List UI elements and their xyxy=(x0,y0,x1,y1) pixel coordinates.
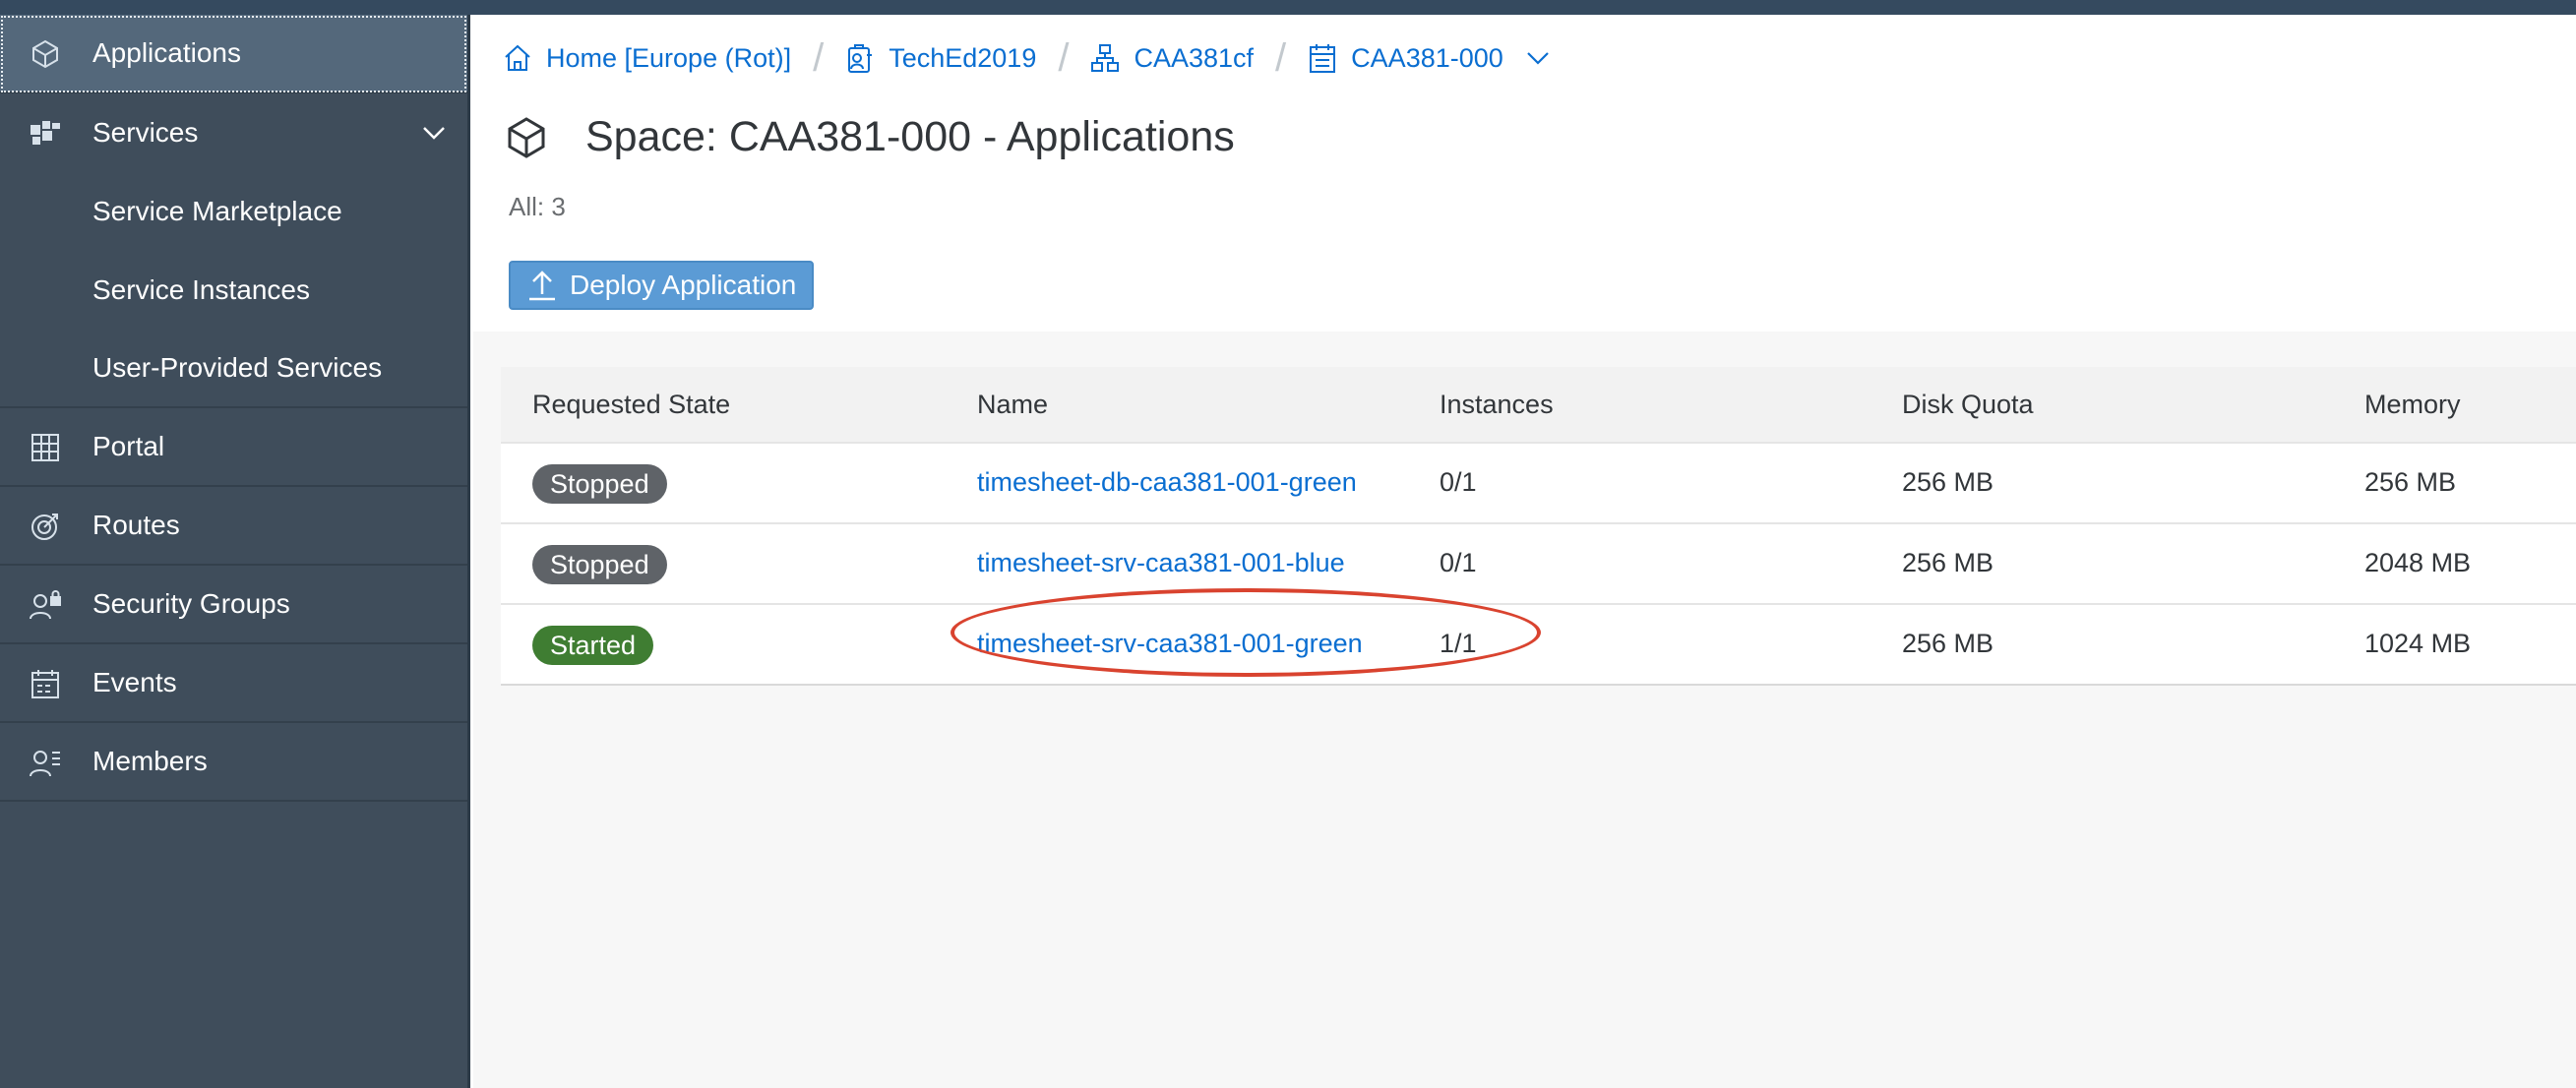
table-row[interactable]: Stopped timesheet-srv-caa381-001-blue 0/… xyxy=(501,524,2576,605)
sidebar-item-applications[interactable]: Applications xyxy=(0,15,467,93)
column-header-instances[interactable]: Instances xyxy=(1440,390,1554,420)
user-lock-icon xyxy=(28,587,63,623)
calendar-icon xyxy=(28,666,63,701)
memory-value: 2048 MB xyxy=(2364,548,2472,577)
space-icon xyxy=(1310,44,1336,73)
breadcrumb-space[interactable]: CAA381-000 xyxy=(1308,42,1551,74)
table-header: Requested State Name Instances Disk Quot… xyxy=(501,367,2576,444)
sidebar: Applications Services Service Marketplac… xyxy=(0,15,470,1088)
app-name-link[interactable]: timesheet-db-caa381-001-green xyxy=(977,467,1357,498)
memory-value: 256 MB xyxy=(2364,467,2457,497)
breadcrumb-label: TechEd2019 xyxy=(889,42,1037,73)
breadcrumb-global-account[interactable]: TechEd2019 xyxy=(845,42,1036,74)
sidebar-item-label: Members xyxy=(92,746,208,776)
breadcrumb-label: CAA381cf xyxy=(1134,42,1255,73)
sidebar-item-label: Applications xyxy=(92,37,241,68)
sidebar-item-label: User-Provided Services xyxy=(92,352,383,383)
deploy-application-label: Deploy Application xyxy=(570,270,797,300)
sidebar-item-security-groups[interactable]: Security Groups xyxy=(0,566,467,644)
column-header-requested-state[interactable]: Requested State xyxy=(532,390,730,420)
sidebar-item-label: Routes xyxy=(92,510,180,540)
status-badge: Stopped xyxy=(532,464,667,504)
breadcrumb: Home [Europe (Rot)] / TechEd2019 / CAA38… xyxy=(503,35,1551,80)
status-badge: Stopped xyxy=(532,545,667,584)
breadcrumb-label: CAA381-000 xyxy=(1351,42,1503,73)
breadcrumb-separator: / xyxy=(1058,35,1070,80)
sidebar-item-label: Security Groups xyxy=(92,588,290,619)
chevron-down-icon[interactable] xyxy=(420,119,448,147)
sidebar-item-label: Events xyxy=(92,667,177,697)
disk-quota-value: 256 MB xyxy=(1902,467,1994,497)
puzzle-icon xyxy=(28,115,63,151)
shell-bar xyxy=(0,0,2576,15)
table-row[interactable]: Started timesheet-srv-caa381-001-green 1… xyxy=(501,605,2576,686)
deploy-application-button[interactable]: Deploy Application xyxy=(509,261,814,310)
instances-value: 0/1 xyxy=(1440,467,1477,497)
sidebar-item-routes[interactable]: Routes xyxy=(0,487,467,566)
target-icon xyxy=(28,509,63,544)
chevron-down-icon[interactable] xyxy=(1525,45,1551,71)
sidebar-item-portal[interactable]: Portal xyxy=(0,408,467,487)
app-name-link[interactable]: timesheet-srv-caa381-001-blue xyxy=(977,548,1345,578)
page-title: Space: CAA381-000 - Applications xyxy=(585,113,1235,160)
sidebar-item-members[interactable]: Members xyxy=(0,723,467,802)
page-header: Home [Europe (Rot)] / TechEd2019 / CAA38… xyxy=(473,15,2576,332)
cube-icon xyxy=(28,36,63,72)
page-title-row: Space: CAA381-000 - Applications xyxy=(503,113,1235,161)
breadcrumb-label: Home [Europe (Rot)] xyxy=(546,42,792,73)
global-account-icon xyxy=(848,44,873,73)
column-header-memory[interactable]: Memory xyxy=(2364,390,2461,420)
sidebar-item-label: Services xyxy=(92,117,199,148)
sidebar-item-service-instances[interactable]: Service Instances xyxy=(0,251,467,330)
upload-icon xyxy=(529,271,555,301)
item-count: All: 3 xyxy=(509,192,566,221)
grid-icon xyxy=(28,430,63,465)
org-icon xyxy=(1091,44,1120,72)
applications-table: Requested State Name Instances Disk Quot… xyxy=(501,367,2576,686)
sidebar-item-events[interactable]: Events xyxy=(0,644,467,723)
breadcrumb-separator: / xyxy=(813,35,825,80)
cube-icon xyxy=(508,116,545,158)
sidebar-item-label: Service Instances xyxy=(92,274,310,305)
sidebar-item-user-provided-services[interactable]: User-Provided Services xyxy=(0,330,467,408)
disk-quota-value: 256 MB xyxy=(1902,629,1994,658)
breadcrumb-org[interactable]: CAA381cf xyxy=(1090,43,1254,74)
home-icon xyxy=(505,44,530,71)
sidebar-item-services[interactable]: Services xyxy=(0,93,467,172)
sidebar-item-label: Service Marketplace xyxy=(92,196,342,226)
sidebar-item-label: Portal xyxy=(92,431,165,461)
disk-quota-value: 256 MB xyxy=(1902,548,1994,577)
instances-value: 1/1 xyxy=(1440,629,1477,658)
sidebar-item-service-marketplace[interactable]: Service Marketplace xyxy=(0,172,467,251)
breadcrumb-home[interactable]: Home [Europe (Rot)] xyxy=(503,43,791,74)
user-list-icon xyxy=(28,745,63,780)
instances-value: 0/1 xyxy=(1440,548,1477,577)
app-name-link[interactable]: timesheet-srv-caa381-001-green xyxy=(977,629,1363,659)
column-header-disk-quota[interactable]: Disk Quota xyxy=(1902,390,2034,420)
column-header-name[interactable]: Name xyxy=(977,390,1048,420)
memory-value: 1024 MB xyxy=(2364,629,2472,658)
status-badge: Started xyxy=(532,626,654,665)
breadcrumb-separator: / xyxy=(1275,35,1287,80)
main-content: Home [Europe (Rot)] / TechEd2019 / CAA38… xyxy=(473,15,2576,1088)
table-row[interactable]: Stopped timesheet-db-caa381-001-green 0/… xyxy=(501,444,2576,524)
